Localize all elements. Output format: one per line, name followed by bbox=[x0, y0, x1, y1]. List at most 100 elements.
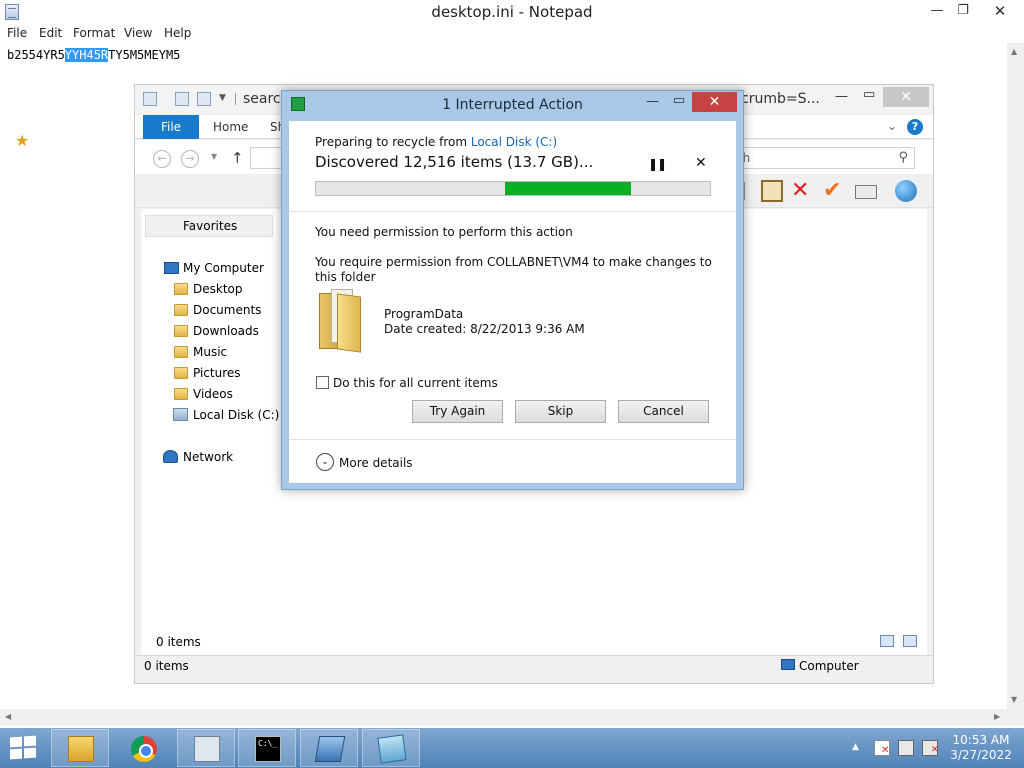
nav-videos[interactable]: Videos bbox=[193, 387, 233, 401]
notepad-minimize-button[interactable]: — bbox=[926, 0, 948, 22]
favorites-star-icon: ★ bbox=[15, 131, 30, 150]
chrome-icon bbox=[131, 736, 157, 762]
forward-arrow-icon[interactable]: → bbox=[181, 150, 199, 168]
volume-muted-icon[interactable] bbox=[922, 740, 939, 756]
customize-quick-access-icon[interactable]: ▼ bbox=[219, 93, 226, 103]
notepad-horizontal-scrollbar[interactable]: ◀ ▶ bbox=[0, 709, 1007, 726]
tab-file[interactable]: File bbox=[143, 115, 199, 139]
computer-icon bbox=[781, 659, 795, 670]
notepad-maximize-button[interactable]: ❐ bbox=[952, 0, 974, 22]
explorer-minimize-button[interactable]: — bbox=[835, 89, 848, 104]
interrupted-action-dialog: 1 Interrupted Action — ▭ ✕ Preparing to … bbox=[281, 90, 744, 490]
nav-my-computer[interactable]: My Computer bbox=[183, 261, 264, 275]
navigation-pane bbox=[141, 209, 281, 655]
notepad-text-line[interactable]: b2554YR5YYH45RTY5M5MEYM5 bbox=[7, 48, 180, 62]
globe-icon[interactable] bbox=[895, 180, 917, 202]
discovered-text: Discovered 12,516 items (13.7 GB)... bbox=[315, 153, 594, 171]
progress-bar bbox=[315, 181, 711, 196]
dialog-titlebar: 1 Interrupted Action — ▭ ✕ bbox=[282, 91, 743, 119]
folder-icon bbox=[174, 304, 188, 316]
nav-pictures[interactable]: Pictures bbox=[193, 366, 241, 380]
taskbar-notepad[interactable] bbox=[362, 729, 420, 767]
clipboard-icon[interactable] bbox=[761, 180, 783, 202]
status-location: Computer bbox=[799, 659, 859, 673]
nav-favorites[interactable]: Favorites bbox=[183, 219, 237, 233]
nav-local-disk[interactable]: Local Disk (C:) bbox=[193, 408, 279, 422]
search-icon[interactable]: ⚲ bbox=[898, 150, 908, 165]
item-name: ProgramData bbox=[384, 307, 464, 321]
dialog-body: Preparing to recycle from Local Disk (C:… bbox=[289, 121, 736, 483]
details-view-icon[interactable] bbox=[880, 635, 894, 647]
up-arrow-icon[interactable]: ↑ bbox=[231, 149, 244, 167]
scroll-down-arrow-icon[interactable]: ▼ bbox=[1011, 695, 1017, 704]
computer-icon bbox=[164, 262, 179, 274]
taskbar-file-explorer[interactable] bbox=[51, 729, 109, 767]
nav-documents[interactable]: Documents bbox=[193, 303, 261, 317]
more-details-link[interactable]: More details bbox=[339, 456, 413, 470]
start-button[interactable] bbox=[8, 735, 38, 760]
chevron-down-icon[interactable]: ⌄ bbox=[316, 453, 334, 471]
notepad-close-button[interactable]: ✕ bbox=[980, 0, 1020, 22]
source-link[interactable]: Local Disk (C:) bbox=[471, 135, 557, 149]
large-icons-view-icon[interactable] bbox=[903, 635, 917, 647]
dialog-maximize-button[interactable]: ▭ bbox=[673, 93, 685, 108]
notepad-menubar: File Edit Format View Help bbox=[0, 24, 1024, 43]
cancel-button[interactable]: Cancel bbox=[618, 400, 709, 423]
checkmark-icon[interactable]: ✔ bbox=[823, 180, 845, 202]
scroll-left-arrow-icon[interactable]: ◀ bbox=[5, 712, 11, 721]
menu-edit[interactable]: Edit bbox=[39, 26, 62, 40]
back-arrow-icon[interactable]: ← bbox=[153, 150, 171, 168]
properties-icon[interactable] bbox=[175, 92, 189, 106]
apply-all-label[interactable]: Do this for all current items bbox=[333, 376, 498, 390]
nav-desktop[interactable]: Desktop bbox=[193, 282, 243, 296]
dialog-close-button[interactable]: ✕ bbox=[692, 92, 737, 112]
action-center-icon[interactable] bbox=[874, 740, 890, 756]
menu-file[interactable]: File bbox=[7, 26, 27, 40]
explorer-maximize-button[interactable]: ▭ bbox=[863, 87, 875, 102]
nav-music[interactable]: Music bbox=[193, 345, 227, 359]
menu-help[interactable]: Help bbox=[164, 26, 191, 40]
nav-downloads[interactable]: Downloads bbox=[193, 324, 259, 338]
tab-home[interactable]: Home bbox=[213, 120, 248, 134]
try-again-button[interactable]: Try Again bbox=[412, 400, 503, 423]
explorer-close-button[interactable]: ✕ bbox=[883, 87, 929, 107]
taskbar-command-prompt[interactable]: C:\_ bbox=[238, 729, 296, 767]
preparing-label: Preparing to recycle from bbox=[315, 135, 471, 149]
menu-view[interactable]: View bbox=[124, 26, 152, 40]
explorer-app-icon bbox=[143, 92, 157, 106]
text-after-selection: TY5M5MEYM5 bbox=[108, 48, 181, 62]
clock-date: 3/27/2022 bbox=[950, 748, 1012, 762]
network-tray-icon[interactable] bbox=[898, 740, 914, 756]
delete-icon[interactable]: ✕ bbox=[791, 180, 813, 202]
folder-icon bbox=[174, 367, 188, 379]
help-icon[interactable]: ? bbox=[907, 119, 923, 135]
explorer-title-suffix: crumb=S... bbox=[741, 91, 820, 107]
taskbar-remote-desktop[interactable] bbox=[300, 729, 358, 767]
clock[interactable]: 10:53 AM 3/27/2022 bbox=[946, 733, 1016, 763]
nav-network[interactable]: Network bbox=[183, 450, 233, 464]
scrollbar-corner bbox=[1007, 709, 1024, 726]
menu-format[interactable]: Format bbox=[73, 26, 115, 40]
permission-text: You require permission from COLLABNET\VM… bbox=[315, 255, 712, 284]
dialog-minimize-button[interactable]: — bbox=[646, 94, 659, 109]
search-input[interactable]: ch ⚲ bbox=[731, 147, 915, 169]
skip-button[interactable]: Skip bbox=[515, 400, 606, 423]
apply-all-checkbox[interactable] bbox=[316, 376, 329, 389]
expand-ribbon-icon[interactable]: ⌄ bbox=[887, 119, 897, 133]
taskbar-chrome[interactable] bbox=[114, 729, 172, 767]
new-folder-icon[interactable] bbox=[197, 92, 211, 106]
status-items-count: 0 items bbox=[144, 659, 189, 673]
folder-icon bbox=[174, 283, 188, 295]
keyboard-icon[interactable] bbox=[855, 185, 877, 199]
scroll-up-arrow-icon[interactable]: ▲ bbox=[1011, 47, 1017, 56]
scroll-right-arrow-icon[interactable]: ▶ bbox=[994, 712, 1000, 721]
recent-locations-icon[interactable]: ▼ bbox=[211, 152, 217, 161]
item-date-created: Date created: 8/22/2013 9:36 AM bbox=[384, 322, 585, 336]
taskbar-performance-monitor[interactable] bbox=[177, 729, 235, 767]
folder-icon bbox=[174, 325, 188, 337]
selected-text: YYH45R bbox=[64, 48, 109, 62]
pause-icon[interactable]: ❚❚ bbox=[648, 157, 667, 171]
show-hidden-icons-icon[interactable]: ▲ bbox=[852, 742, 859, 752]
notepad-vertical-scrollbar[interactable]: ▲ ▼ bbox=[1007, 43, 1024, 709]
cancel-operation-icon[interactable]: ✕ bbox=[695, 155, 707, 171]
